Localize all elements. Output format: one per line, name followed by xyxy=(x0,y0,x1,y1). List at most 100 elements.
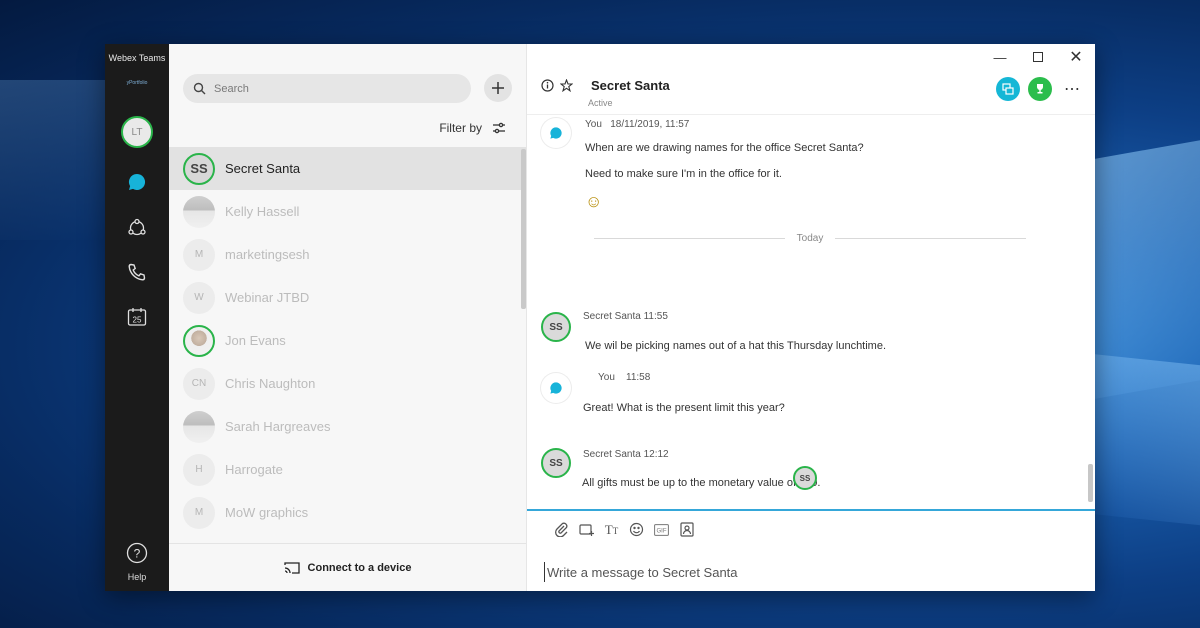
space-item-kelly-hassell[interactable]: Kelly Hassell xyxy=(169,190,526,233)
chat-icon[interactable] xyxy=(123,168,151,196)
whiteboard-icon[interactable] xyxy=(678,521,695,538)
brand-logo: yPortfolio xyxy=(126,80,148,86)
avatar xyxy=(183,410,215,443)
connect-label: Connect to a device xyxy=(307,561,412,574)
info-icon[interactable] xyxy=(541,79,554,92)
space-item-chris-naughton[interactable]: CN Chris Naughton xyxy=(169,362,526,405)
calendar-day: 25 xyxy=(133,316,142,325)
close-icon: ✕ xyxy=(1069,49,1083,66)
space-item-marketingsesh[interactable]: M marketingsesh xyxy=(169,233,526,276)
minimize-button[interactable]: — xyxy=(981,44,1019,70)
phone-icon[interactable] xyxy=(123,258,151,286)
space-name: Kelly Hassell xyxy=(225,204,300,219)
space-item-sarah-hargreaves[interactable]: Sarah Hargreaves xyxy=(169,405,526,448)
message-time: 12:12 xyxy=(643,449,669,460)
message-time: 18/11/2019, 11:57 xyxy=(610,119,690,130)
message-text: Need to make sure I'm in the office for … xyxy=(585,168,782,180)
composer-divider xyxy=(527,509,1095,511)
conversation-header: Secret Santa xyxy=(541,78,670,93)
avatar: H xyxy=(183,453,215,486)
message-meta: You 11:58 xyxy=(598,372,650,383)
trophy-icon xyxy=(1037,84,1043,94)
search-input[interactable] xyxy=(214,82,444,95)
space-list: SS Secret Santa Kelly Hassell M marketin… xyxy=(169,147,526,542)
message-text: All gifts must be up to the monetary val… xyxy=(582,477,821,489)
connect-device-button[interactable]: Connect to a device xyxy=(169,543,526,591)
smiley-emoji: ☺ xyxy=(585,192,603,211)
help-icon: ? xyxy=(126,542,148,564)
svg-text:?: ? xyxy=(134,547,141,561)
more-options-icon[interactable]: ⋯ xyxy=(1064,79,1081,99)
space-name: Secret Santa xyxy=(225,161,301,176)
message-text: We wil be picking names out of a hat thi… xyxy=(585,340,887,352)
filter-button[interactable]: Filter by xyxy=(439,121,506,135)
star-icon[interactable] xyxy=(560,79,573,92)
add-space-button[interactable] xyxy=(484,74,512,102)
presence-status: Active xyxy=(588,98,613,108)
help-label: Help xyxy=(127,572,147,582)
conversation-scrollbar[interactable] xyxy=(1088,464,1093,502)
window-controls: — ✕ xyxy=(981,44,1095,70)
cast-icon xyxy=(283,562,300,574)
message-text: Great! What is the present limit this ye… xyxy=(583,402,785,414)
space-name: Harrogate xyxy=(225,462,283,477)
chat-bubble-icon xyxy=(541,118,571,148)
nav-rail: Webex Teams yPortfolio LT 25 ? Help xyxy=(105,44,169,591)
filter-label: Filter by xyxy=(439,121,482,135)
avatar: M xyxy=(183,496,215,529)
text-format-icon[interactable]: TT xyxy=(603,521,620,538)
space-name: Webinar JTBD xyxy=(225,290,310,305)
message-meta: Secret Santa 11:55 xyxy=(583,311,668,322)
read-receipt-avatar: SS xyxy=(793,466,817,490)
avatar xyxy=(183,195,215,228)
space-item-webinar-jtbd[interactable]: W Webinar JTBD xyxy=(169,276,526,319)
message-author: You xyxy=(585,119,602,130)
maximize-button[interactable] xyxy=(1019,44,1057,70)
avatar: SS xyxy=(541,312,571,342)
call-button[interactable] xyxy=(1028,77,1052,101)
search-box[interactable] xyxy=(183,74,471,103)
share-screen-button[interactable] xyxy=(996,77,1020,101)
space-item-mow-graphics[interactable]: M MoW graphics xyxy=(169,491,526,534)
svg-text:GIF: GIF xyxy=(657,528,667,534)
day-separator: Today xyxy=(594,233,1026,244)
help-button[interactable]: ? Help xyxy=(105,542,169,582)
filter-icon xyxy=(493,122,505,134)
emoji-icon[interactable] xyxy=(628,521,645,538)
space-item-harrogate[interactable]: H Harrogate xyxy=(169,448,526,491)
header-actions: ⋯ xyxy=(996,77,1081,101)
message-author: Secret Santa xyxy=(583,449,641,460)
avatar xyxy=(183,324,215,357)
avatar: SS xyxy=(183,152,215,185)
calendar-icon[interactable]: 25 xyxy=(123,303,151,331)
composer-toolbar: TT GIF xyxy=(553,521,695,538)
user-avatar[interactable]: LT xyxy=(121,116,153,148)
teams-icon[interactable] xyxy=(123,214,151,242)
message-meta: Secret Santa 12:12 xyxy=(583,449,669,460)
space-name: MoW graphics xyxy=(225,505,309,520)
webex-window: Webex Teams yPortfolio LT 25 ? Help Fil xyxy=(105,44,1095,591)
space-name: Chris Naughton xyxy=(225,376,316,391)
conversation-title: Secret Santa xyxy=(591,78,670,93)
day-label: Today xyxy=(796,233,824,244)
space-name: marketingsesh xyxy=(225,247,310,262)
screen-capture-icon[interactable] xyxy=(578,521,595,538)
search-icon xyxy=(193,82,206,95)
message-list: You 18/11/2019, 11:57 When are we drawin… xyxy=(527,115,1095,509)
message-time: 11:55 xyxy=(643,311,668,322)
avatar: W xyxy=(183,281,215,314)
message-input[interactable] xyxy=(544,562,1064,582)
plus-icon xyxy=(492,82,504,94)
maximize-icon xyxy=(1033,52,1043,62)
app-title: Webex Teams xyxy=(108,53,166,63)
message-time: 11:58 xyxy=(626,372,651,383)
close-button[interactable]: ✕ xyxy=(1057,44,1095,70)
screen-share-icon xyxy=(1002,83,1014,95)
space-item-jon-evans[interactable]: Jon Evans xyxy=(169,319,526,362)
list-scrollbar[interactable] xyxy=(521,149,526,309)
attach-icon[interactable] xyxy=(553,521,570,538)
message-author: Secret Santa xyxy=(583,311,641,322)
avatar: SS xyxy=(541,448,571,478)
gif-icon[interactable]: GIF xyxy=(653,521,670,538)
space-item-secret-santa[interactable]: SS Secret Santa xyxy=(169,147,526,190)
